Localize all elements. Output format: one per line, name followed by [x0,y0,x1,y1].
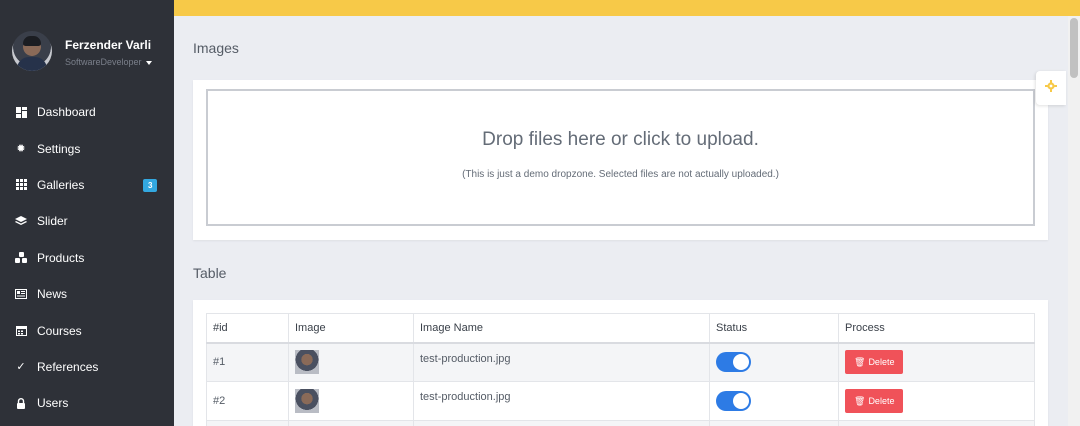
sidebar-item-settings[interactable]: ✹ Settings [0,130,174,166]
row-process-cell: 🗑 Delete [838,342,1035,382]
sidebar: Ferzender Varli SoftwareDeveloper Dashbo… [0,0,174,426]
galleries-count-badge: 3 [143,178,158,192]
row-id: #2 [206,381,289,421]
row-image-name: test-production.jpg [413,342,710,382]
delete-button[interactable]: 🗑 Delete [845,350,904,375]
user-role: SoftwareDeveloper [65,57,142,67]
sidebar-nav: Dashboard ✹ Settings Galleries 3 Slider … [0,94,174,422]
row-status-cell [709,381,839,421]
dropzone-message: Drop files here or click to upload. [482,129,759,150]
sidebar-item-label: News [37,287,68,302]
dropzone-note: (This is just a demo dropzone. Selected … [462,169,779,180]
table-header-row: #id Image Image Name Status Process [206,313,1035,344]
avatar [12,31,52,71]
page-scrollbar[interactable] [1068,16,1080,426]
sidebar-item-news[interactable]: News [0,276,174,312]
row-image-name: test-production.jpg [413,381,710,421]
column-header-image-name: Image Name [413,313,710,344]
table-row: #2 test-production.jpg 🗑 Delete [206,381,1035,421]
delete-button[interactable]: 🗑 Delete [845,389,904,413]
sidebar-item-references[interactable]: ✓ References [0,349,174,385]
status-toggle[interactable] [716,352,751,373]
row-status-cell [709,342,839,382]
table-card: #id Image Image Name Status Process #1 t… [193,300,1048,426]
grid-icon [14,178,28,192]
status-toggle[interactable] [716,391,751,411]
sidebar-item-label: Users [37,396,69,411]
sidebar-item-slider[interactable]: Slider [0,203,174,239]
table-section-title: Table [193,265,227,281]
table-row: #1 test-production.jpg 🗑 Delete [206,342,1035,382]
sidebar-item-label: Galleries [37,177,85,192]
user-profile[interactable]: Ferzender Varli SoftwareDeveloper [12,31,172,73]
caret-down-icon [145,60,152,65]
sidebar-item-label: Courses [37,323,82,338]
images-card: Drop files here or click to upload. (Thi… [193,80,1048,240]
newspaper-icon [14,287,28,301]
sidebar-item-galleries[interactable]: Galleries 3 [0,167,174,203]
row-image-cell [288,342,414,382]
row-process-cell: 🗑 Delete [838,381,1035,421]
user-role-dropdown[interactable]: SoftwareDeveloper [65,57,152,67]
user-lock-icon [14,396,28,410]
file-dropzone[interactable]: Drop files here or click to upload. (Thi… [206,89,1035,226]
row-id: #1 [206,342,289,382]
column-header-process: Process [838,313,1035,344]
top-bar [174,0,1080,16]
gear-icon [1045,79,1057,97]
check-icon: ✓ [16,361,26,374]
sidebar-item-label: References [37,359,99,374]
gear-icon: ✹ [16,143,26,156]
image-thumbnail[interactable] [295,389,319,413]
layers-icon [14,214,28,228]
images-table: #id Image Image Name Status Process #1 t… [206,313,1035,426]
column-header-status: Status [709,313,839,344]
sidebar-item-users[interactable]: Users [0,385,174,421]
sidebar-item-label: Slider [37,214,68,229]
cubes-icon [14,251,28,265]
trash-icon: 🗑 [854,356,866,367]
sidebar-item-label: Settings [37,141,81,156]
table-row [206,420,1035,426]
scrollbar-thumb[interactable] [1070,18,1078,78]
trash-icon: 🗑 [854,395,866,406]
user-name: Ferzender Varli [65,38,152,52]
sidebar-item-dashboard[interactable]: Dashboard [0,94,174,130]
sidebar-item-label: Products [37,250,85,265]
column-header-image: Image [288,313,414,344]
row-image-cell [288,381,414,421]
column-header-id: #id [206,313,289,344]
dashboard-icon [14,105,28,119]
sidebar-item-products[interactable]: Products [0,240,174,276]
theme-settings-toggle[interactable] [1036,71,1066,105]
sidebar-item-courses[interactable]: Courses [0,312,174,348]
sidebar-item-label: Dashboard [37,105,96,120]
images-section-title: Images [193,40,239,56]
image-thumbnail[interactable] [295,350,319,375]
calendar-icon [14,324,28,338]
